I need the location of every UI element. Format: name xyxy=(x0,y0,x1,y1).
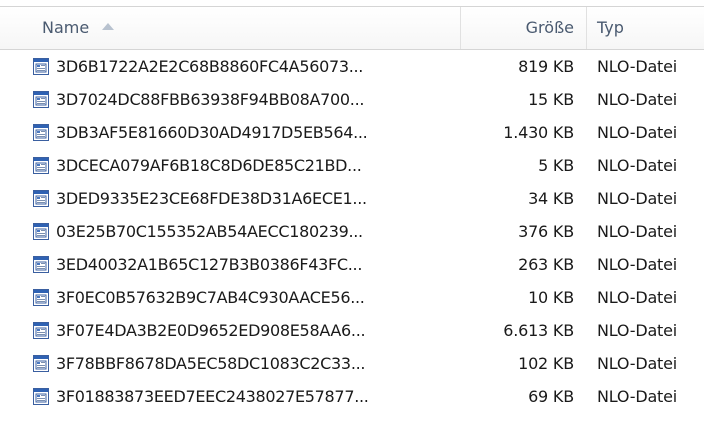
nlo-file-icon xyxy=(33,124,49,141)
file-list-view: Name Größe Typ 3D6B1722A2E2C68B8860FC4A5… xyxy=(0,0,704,422)
file-row[interactable]: 3F0EC0B57632B9C7AB4C930AACE56... 10 KB N… xyxy=(0,281,704,314)
nlo-file-icon xyxy=(33,58,49,75)
file-size: 819 KB xyxy=(518,57,574,76)
file-type: NLO-Datei xyxy=(597,222,678,241)
file-size: 15 KB xyxy=(528,90,574,109)
file-row[interactable]: 3F01883873EED7EEC2438027E57877... 69 KB … xyxy=(0,380,704,413)
nlo-file-icon xyxy=(33,322,49,339)
file-rows: 3D6B1722A2E2C68B8860FC4A56073... 819 KB … xyxy=(0,50,704,413)
sort-ascending-icon xyxy=(102,23,115,30)
column-header-type[interactable]: Typ xyxy=(586,7,704,49)
file-size: 376 KB xyxy=(518,222,574,241)
file-type: NLO-Datei xyxy=(597,321,678,340)
file-type: NLO-Datei xyxy=(597,90,678,109)
file-name: 3F78BBF8678DA5EC58DC1083C2C33... xyxy=(56,354,366,373)
nlo-file-icon xyxy=(33,157,49,174)
nlo-file-icon xyxy=(33,223,49,240)
file-name: 3DCECA079AF6B18C8D6DE85C21BD... xyxy=(56,156,362,175)
file-type: NLO-Datei xyxy=(597,288,678,307)
file-row[interactable]: 3ED40032A1B65C127B3B0386F43FC... 263 KB … xyxy=(0,248,704,281)
file-row[interactable]: 03E25B70C155352AB54AECC180239... 376 KB … xyxy=(0,215,704,248)
column-header-name[interactable]: Name xyxy=(0,7,460,49)
file-type: NLO-Datei xyxy=(597,354,678,373)
file-row[interactable]: 3DCECA079AF6B18C8D6DE85C21BD... 5 KB NLO… xyxy=(0,149,704,182)
file-row[interactable]: 3D7024DC88FBB63938F94BB08A700... 15 KB N… xyxy=(0,83,704,116)
nlo-file-icon xyxy=(33,388,49,405)
file-name: 3ED40032A1B65C127B3B0386F43FC... xyxy=(56,255,363,274)
file-type: NLO-Datei xyxy=(597,156,678,175)
column-header-size-label: Größe xyxy=(525,18,574,37)
file-name: 3F07E4DA3B2E0D9652ED908E58AA6... xyxy=(56,321,366,340)
file-size: 263 KB xyxy=(518,255,574,274)
nlo-file-icon xyxy=(33,91,49,108)
file-row[interactable]: 3F78BBF8678DA5EC58DC1083C2C33... 102 KB … xyxy=(0,347,704,380)
file-row[interactable]: 3DED9335E23CE68FDE38D31A6ECE1... 34 KB N… xyxy=(0,182,704,215)
file-type: NLO-Datei xyxy=(597,255,678,274)
file-name: 03E25B70C155352AB54AECC180239... xyxy=(56,222,363,241)
file-size: 6.613 KB xyxy=(503,321,574,340)
file-size: 102 KB xyxy=(518,354,574,373)
file-name: 3DED9335E23CE68FDE38D31A6ECE1... xyxy=(56,189,367,208)
nlo-file-icon xyxy=(33,289,49,306)
file-size: 1.430 KB xyxy=(503,123,574,142)
nlo-file-icon xyxy=(33,190,49,207)
file-name: 3DB3AF5E81660D30AD4917D5EB564... xyxy=(56,123,368,142)
file-name: 3D6B1722A2E2C68B8860FC4A56073... xyxy=(56,57,364,76)
file-name: 3D7024DC88FBB63938F94BB08A700... xyxy=(56,90,365,109)
file-name: 3F01883873EED7EEC2438027E57877... xyxy=(56,387,369,406)
file-size: 5 KB xyxy=(538,156,574,175)
column-header-type-label: Typ xyxy=(597,18,624,37)
file-size: 34 KB xyxy=(528,189,574,208)
file-type: NLO-Datei xyxy=(597,387,678,406)
nlo-file-icon xyxy=(33,355,49,372)
file-row[interactable]: 3DB3AF5E81660D30AD4917D5EB564... 1.430 K… xyxy=(0,116,704,149)
file-type: NLO-Datei xyxy=(597,57,678,76)
column-header-bar: Name Größe Typ xyxy=(0,6,704,50)
column-header-size[interactable]: Größe xyxy=(460,7,586,49)
file-size: 69 KB xyxy=(528,387,574,406)
file-size: 10 KB xyxy=(528,288,574,307)
file-type: NLO-Datei xyxy=(597,123,678,142)
column-header-name-label: Name xyxy=(42,18,90,37)
nlo-file-icon xyxy=(33,256,49,273)
file-row[interactable]: 3F07E4DA3B2E0D9652ED908E58AA6... 6.613 K… xyxy=(0,314,704,347)
file-type: NLO-Datei xyxy=(597,189,678,208)
file-row[interactable]: 3D6B1722A2E2C68B8860FC4A56073... 819 KB … xyxy=(0,50,704,83)
file-name: 3F0EC0B57632B9C7AB4C930AACE56... xyxy=(56,288,365,307)
